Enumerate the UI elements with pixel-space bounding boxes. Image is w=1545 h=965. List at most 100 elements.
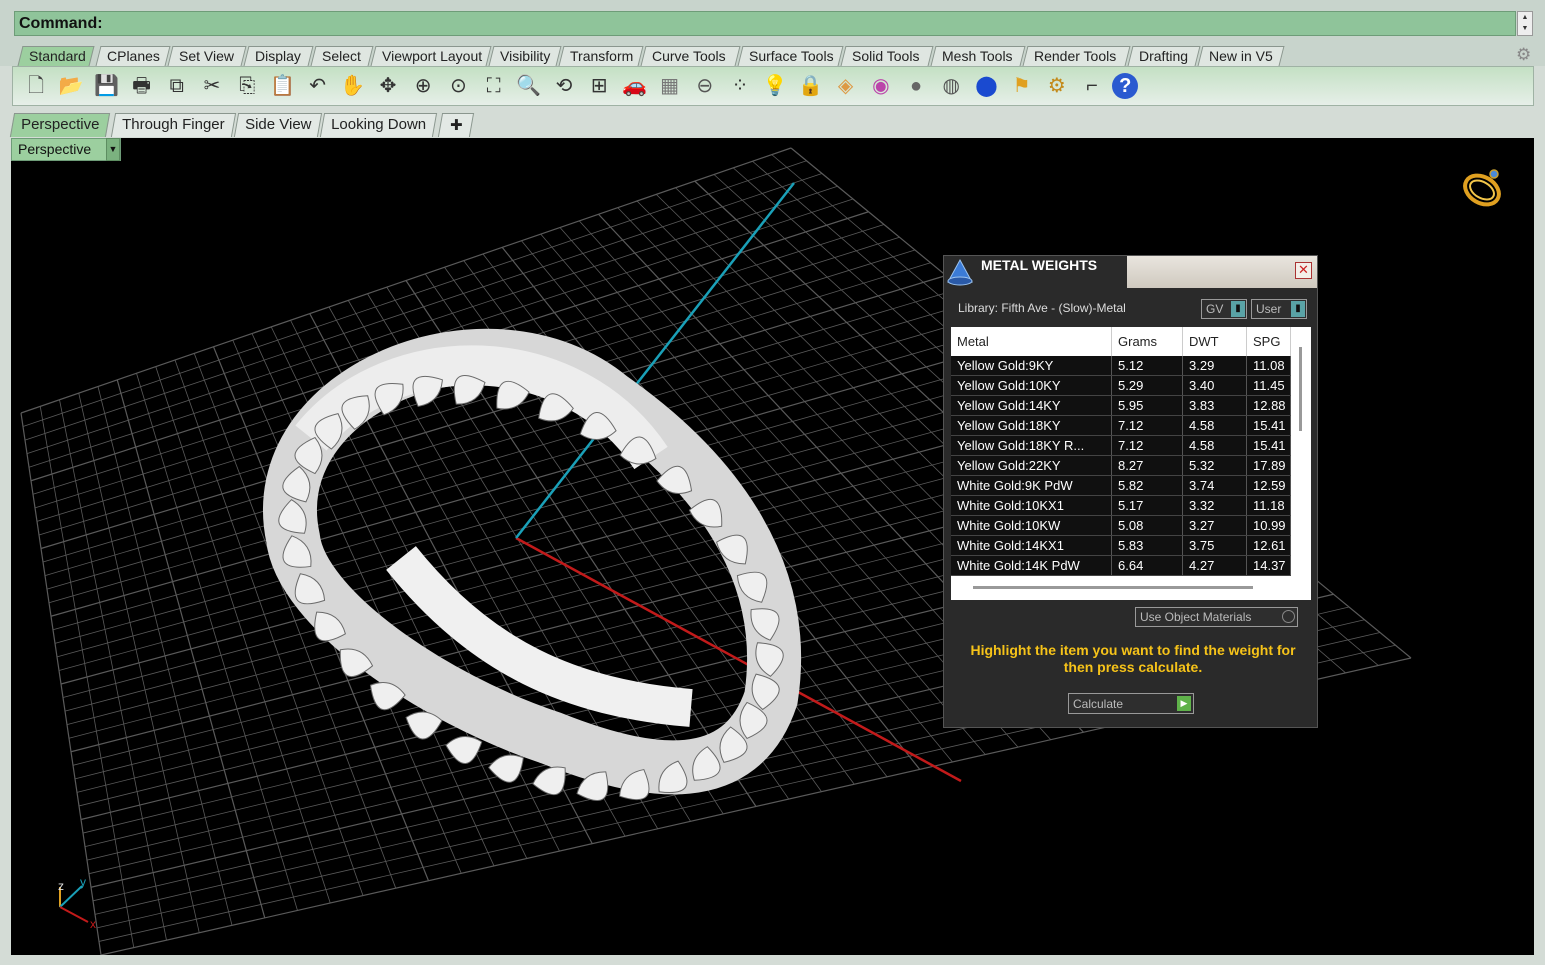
car-icon[interactable]: 🚗: [619, 71, 649, 101]
table-cell-spg: 11.08: [1247, 356, 1291, 375]
viewport-title[interactable]: Perspective: [11, 138, 121, 161]
toolbar-tab-select[interactable]: Select: [310, 46, 374, 66]
help-icon[interactable]: ?: [1112, 73, 1139, 99]
use-object-materials-toggle[interactable]: Use Object Materials: [1135, 607, 1298, 627]
copy-icon[interactable]: ⎘: [232, 71, 262, 101]
toolbar-tab-render-tools[interactable]: Render Tools: [1022, 46, 1131, 66]
command-line[interactable]: Command:: [14, 11, 1516, 36]
sphere-blue-icon[interactable]: ⬤: [971, 71, 1001, 101]
color-wheel-icon[interactable]: ◉: [866, 71, 896, 101]
user-dropdown-icon[interactable]: ▮: [1291, 301, 1305, 317]
table-row[interactable]: Yellow Gold:9KY 5.12 3.29 11.08: [951, 356, 1291, 376]
toolbar-tab-transform[interactable]: Transform: [558, 46, 644, 66]
radio-icon[interactable]: [1282, 610, 1295, 623]
close-icon[interactable]: ✕: [1295, 262, 1312, 279]
column-header-grams[interactable]: Grams: [1112, 327, 1183, 356]
table-row[interactable]: White Gold:9K PdW 5.82 3.74 12.59: [951, 476, 1291, 496]
copy-to-clipboard-icon[interactable]: ⧉: [162, 71, 192, 101]
command-history-scroll[interactable]: ▲ ▼: [1517, 11, 1533, 36]
table-row[interactable]: Yellow Gold:22KY 8.27 5.32 17.89: [951, 456, 1291, 476]
table-cell-dwt: 3.32: [1183, 496, 1247, 515]
four-viewports-icon[interactable]: ⊞: [584, 71, 614, 101]
toolbar-tab-set-view[interactable]: Set View: [167, 46, 247, 66]
lock-icon[interactable]: 🔒: [795, 71, 825, 101]
zoom-dynamic-icon[interactable]: ⊕: [408, 71, 438, 101]
pan-hand-icon[interactable]: ✋: [338, 71, 368, 101]
viewport-tab-perspective[interactable]: Perspective: [9, 113, 111, 137]
panel-titlebar[interactable]: METAL WEIGHTS ✕: [944, 256, 1317, 288]
table-row[interactable]: White Gold:10KX1 5.17 3.32 11.18: [951, 496, 1291, 516]
gv-combo[interactable]: GV ▮: [1201, 299, 1247, 319]
column-header-spg[interactable]: SPG: [1247, 327, 1291, 356]
viewport-tab-side-view[interactable]: Side View: [233, 113, 323, 137]
open-folder-icon[interactable]: 📂: [56, 71, 86, 101]
undo-icon[interactable]: ↶: [303, 71, 333, 101]
light-bulb-icon[interactable]: 💡: [760, 71, 790, 101]
gear-icon[interactable]: ⚙: [1042, 71, 1072, 101]
table-vertical-scrollbar[interactable]: [1299, 347, 1302, 431]
table-cell-grams: 5.83: [1112, 536, 1183, 555]
column-header-metal[interactable]: Metal: [951, 327, 1112, 356]
toolbar-tab-curve-tools[interactable]: Curve Tools: [640, 46, 741, 66]
toolbar-tab-standard[interactable]: Standard: [17, 46, 95, 66]
table-cell-grams: 6.64: [1112, 556, 1183, 575]
layers-icon[interactable]: ◈: [831, 71, 861, 101]
zoom-selected-icon[interactable]: 🔍: [514, 71, 544, 101]
toolbar-tab-mesh-tools[interactable]: Mesh Tools: [930, 46, 1026, 66]
viewport-tab-looking-down[interactable]: Looking Down: [319, 113, 438, 137]
table-row[interactable]: White Gold:14KX1 5.83 3.75 12.61: [951, 536, 1291, 556]
viewport-tab-through-finger[interactable]: Through Finger: [110, 113, 236, 137]
zoom-extents-icon[interactable]: ⛶: [479, 71, 509, 101]
sphere-rendered-icon[interactable]: ◍: [936, 71, 966, 101]
instruction-text: Highlight the item you want to find the …: [970, 642, 1296, 675]
table-cell-grams: 5.29: [1112, 376, 1183, 395]
table-cell-metal: Yellow Gold:18KY: [951, 416, 1112, 435]
viewport-menu-arrow-icon[interactable]: ▼: [106, 138, 120, 161]
paste-icon[interactable]: 📋: [267, 71, 297, 101]
cut-icon[interactable]: ✂: [197, 71, 227, 101]
toolbar-tab-new-in-v5[interactable]: New in V5: [1197, 46, 1285, 66]
table-row[interactable]: Yellow Gold:18KY 7.12 4.58 15.41: [951, 416, 1291, 436]
toolbar-tab-cplanes[interactable]: CPlanes: [95, 46, 171, 66]
table-row[interactable]: Yellow Gold:18KY R... 7.12 4.58 15.41: [951, 436, 1291, 456]
undo-view-icon[interactable]: ⟲: [549, 71, 579, 101]
table-row[interactable]: White Gold:10KW 5.08 3.27 10.99: [951, 516, 1291, 536]
table-cell-dwt: 4.58: [1183, 436, 1247, 455]
toolbar-tab-visibility[interactable]: Visibility: [488, 46, 562, 66]
toolbar-tab-drafting[interactable]: Drafting: [1127, 46, 1201, 66]
sphere-shaded-icon[interactable]: ●: [901, 71, 931, 101]
toolbar-tab-viewport-layout[interactable]: Viewport Layout: [370, 46, 492, 66]
table-cell-spg: 17.89: [1247, 456, 1291, 475]
add-viewport-tab-icon[interactable]: ✚: [437, 113, 475, 137]
cplane-icon[interactable]: ⊖: [690, 71, 720, 101]
calculate-button[interactable]: Calculate ▶: [1068, 693, 1194, 714]
ring-navigation-icon[interactable]: [1458, 162, 1510, 214]
toolbar-tab-surface-tools[interactable]: Surface Tools: [737, 46, 844, 66]
table-cell-spg: 15.41: [1247, 436, 1291, 455]
print-icon[interactable]: 🖶: [127, 71, 157, 101]
column-header-dwt[interactable]: DWT: [1183, 327, 1247, 356]
table-row[interactable]: White Gold:14K PdW 6.64 4.27 14.37: [951, 556, 1291, 576]
spotlight-icon[interactable]: ⚑: [1007, 71, 1037, 101]
zoom-window-icon[interactable]: ⊙: [443, 71, 473, 101]
new-file-icon[interactable]: 🗋: [21, 71, 51, 101]
table-horizontal-scrollbar[interactable]: [973, 586, 1253, 589]
metal-table[interactable]: Metal Grams DWT SPG Yellow Gold:9KY 5.12 3…: [951, 327, 1311, 600]
toolbar-tab-display[interactable]: Display: [243, 46, 314, 66]
spiked-ring-model[interactable]: [263, 328, 802, 810]
axis-x-label: x: [90, 917, 96, 931]
table-row[interactable]: Yellow Gold:10KY 5.29 3.40 11.45: [951, 376, 1291, 396]
user-combo[interactable]: User ▮: [1251, 299, 1307, 319]
save-icon[interactable]: 💾: [91, 71, 121, 101]
gv-dropdown-icon[interactable]: ▮: [1231, 301, 1245, 317]
settings-gear-icon[interactable]: ⚙: [1516, 45, 1531, 65]
dimension-icon[interactable]: ⌐: [1077, 71, 1107, 101]
points-on-icon[interactable]: ⁘: [725, 71, 755, 101]
rotate-view-icon[interactable]: ✥: [373, 71, 403, 101]
toolbar-tab-solid-tools[interactable]: Solid Tools: [840, 46, 934, 66]
library-label: Library: Fifth Ave - (Slow)-Metal: [958, 301, 1126, 315]
table-cell-dwt: 3.83: [1183, 396, 1247, 415]
table-cell-metal: White Gold:9K PdW: [951, 476, 1112, 495]
grid-icon[interactable]: ▦: [655, 71, 685, 101]
table-row[interactable]: Yellow Gold:14KY 5.95 3.83 12.88: [951, 396, 1291, 416]
